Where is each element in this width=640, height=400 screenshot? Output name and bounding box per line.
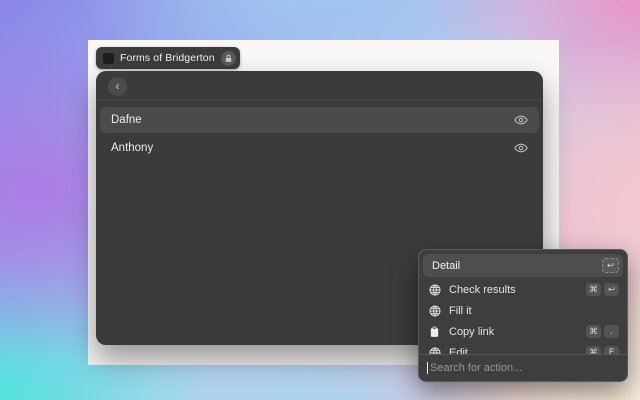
app-window: Forms of Bridgerton ‹ Dafne bbox=[88, 40, 559, 365]
lock-icon bbox=[224, 54, 233, 63]
back-button[interactable]: ‹ bbox=[108, 77, 127, 96]
action-label: Check results bbox=[449, 284, 583, 296]
e-key-icon: E bbox=[604, 346, 619, 354]
eye-icon bbox=[514, 143, 528, 153]
command-key-icon: ⌘ bbox=[586, 283, 601, 296]
lock-button[interactable] bbox=[221, 51, 236, 66]
respondent-name: Dafne bbox=[111, 114, 142, 126]
action-list: Detail ↩ Check results ⌘ ↩ bbox=[419, 250, 627, 354]
action-palette: Detail ↩ Check results ⌘ ↩ bbox=[418, 249, 628, 382]
command-key-icon: ⌘ bbox=[586, 325, 601, 338]
list-item-dafne[interactable]: Dafne bbox=[100, 107, 539, 133]
action-item-copy-link[interactable]: Copy link ⌘ . bbox=[423, 321, 623, 342]
action-label: Detail bbox=[432, 260, 599, 272]
respondent-name: Anthony bbox=[111, 142, 153, 154]
globe-icon bbox=[429, 305, 442, 317]
return-key-icon: ↩ bbox=[604, 283, 619, 296]
globe-icon bbox=[429, 284, 442, 296]
action-label: Fill it bbox=[449, 305, 619, 317]
view-button[interactable] bbox=[514, 143, 528, 153]
clipboard-icon bbox=[429, 326, 442, 338]
action-search-input[interactable]: Search for action... bbox=[419, 354, 627, 380]
return-key-icon: ↩ bbox=[602, 258, 619, 273]
action-label: Copy link bbox=[449, 326, 583, 338]
action-item-check-results[interactable]: Check results ⌘ ↩ bbox=[423, 279, 623, 300]
desktop-background: { "tab": { "title": "Forms of Bridgerton… bbox=[0, 0, 640, 400]
command-key-icon: ⌘ bbox=[586, 346, 601, 354]
panel-header: ‹ bbox=[96, 71, 543, 100]
action-label: Edit bbox=[449, 347, 583, 355]
search-placeholder: Search for action... bbox=[430, 362, 522, 374]
period-key-icon: . bbox=[604, 325, 619, 338]
action-item-edit[interactable]: Edit ⌘ E bbox=[423, 342, 623, 354]
list-item-anthony[interactable]: Anthony bbox=[100, 135, 539, 161]
action-item-detail[interactable]: Detail ↩ bbox=[423, 254, 623, 277]
text-caret bbox=[427, 362, 428, 374]
action-item-fill-it[interactable]: Fill it bbox=[423, 300, 623, 321]
globe-icon bbox=[429, 347, 442, 355]
window-tab[interactable]: Forms of Bridgerton bbox=[96, 47, 240, 69]
respondent-list: Dafne Anthony bbox=[96, 100, 543, 168]
tab-favicon-icon bbox=[103, 53, 114, 64]
tab-title: Forms of Bridgerton bbox=[120, 52, 215, 64]
eye-icon bbox=[514, 115, 528, 125]
chevron-left-icon: ‹ bbox=[116, 80, 120, 92]
view-button[interactable] bbox=[514, 115, 528, 125]
